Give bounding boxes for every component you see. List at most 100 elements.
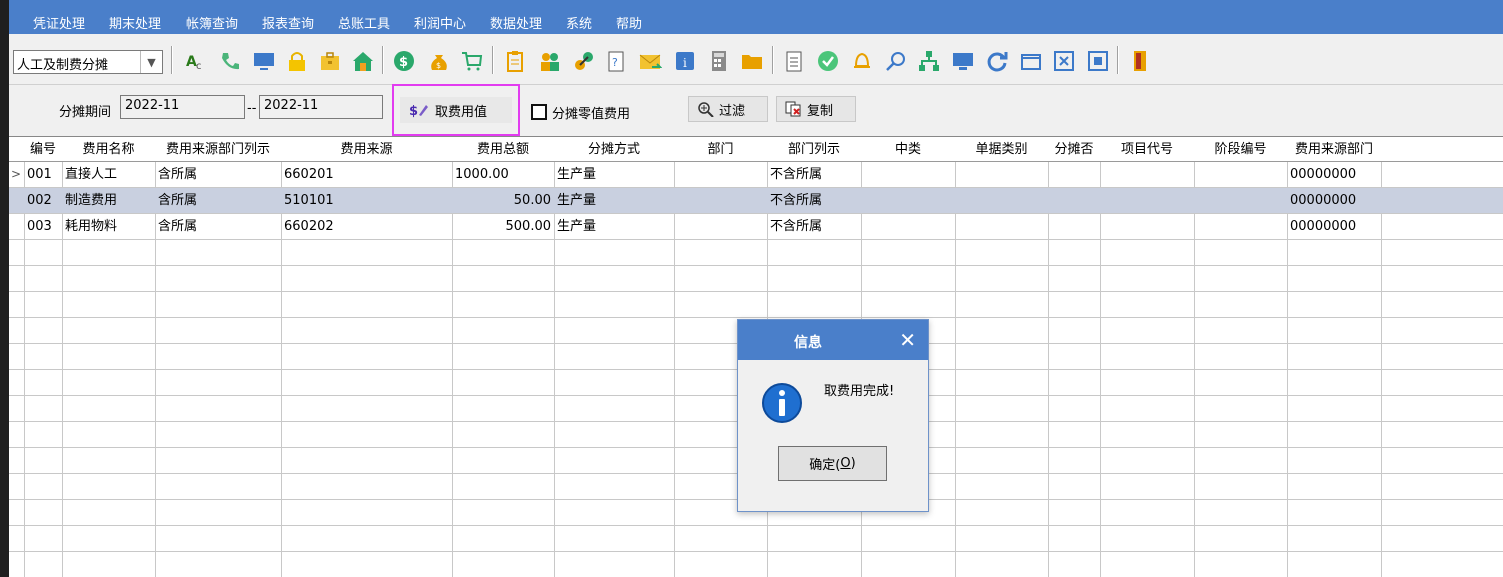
col-header[interactable]: 编号 (24, 137, 62, 162)
calculator-icon[interactable] (706, 48, 732, 74)
cell-dept-display[interactable]: 不含所属 (767, 162, 861, 187)
close-icon[interactable] (1051, 48, 1077, 74)
cell-code[interactable]: 002 (24, 188, 62, 213)
cell-source-dept-display[interactable]: 含所属 (155, 162, 281, 187)
search-icon[interactable] (883, 48, 909, 74)
cart-icon[interactable] (459, 48, 485, 74)
menu-period-end[interactable]: 期末处理 (109, 17, 161, 33)
col-header[interactable]: 费用来源 (281, 137, 452, 162)
module-select-value: 人工及制费分摊 (17, 58, 109, 73)
filter-button[interactable]: 过滤 (688, 96, 768, 122)
mail-icon[interactable] (637, 48, 663, 74)
fetch-cost-button[interactable]: $ 取费用值 (400, 97, 512, 123)
col-header[interactable]: 费用来源部门 (1287, 137, 1381, 162)
cell-allocation-method[interactable]: 生产量 (554, 162, 674, 187)
check-circle-icon[interactable] (815, 48, 841, 74)
dialog-message: 取费用完成! (824, 384, 895, 399)
chevron-down-icon[interactable]: ▼ (140, 51, 162, 73)
col-header[interactable]: 阶段编号 (1194, 137, 1287, 162)
zero-value-checkbox[interactable] (531, 104, 547, 120)
cell-dept-display[interactable]: 不含所属 (767, 188, 861, 213)
users-icon[interactable] (537, 48, 563, 74)
info-dialog: 信息 ✕ 取费用完成! 确定(O) (737, 319, 929, 512)
folder-icon[interactable] (739, 48, 765, 74)
col-header[interactable]: 中类 (861, 137, 955, 162)
cell-code[interactable]: 001 (24, 162, 62, 187)
col-header[interactable]: 单据类别 (955, 137, 1048, 162)
module-select[interactable]: 人工及制费分摊 ▼ (13, 50, 163, 74)
col-header[interactable]: 费用总额 (452, 137, 554, 162)
document-icon[interactable] (781, 48, 807, 74)
close-icon[interactable]: ✕ (899, 328, 916, 352)
table-row[interactable]: 003 耗用物料 含所属 660202 500.00 生产量 不含所属 0000… (9, 214, 1503, 240)
cell-cost-source[interactable]: 660202 (281, 214, 452, 239)
bell-icon[interactable] (849, 48, 875, 74)
col-header[interactable]: 部门 (674, 137, 767, 162)
display-icon[interactable] (950, 48, 976, 74)
period-to-input[interactable]: 2022-11 (259, 95, 383, 119)
ok-button[interactable]: 确定(O) (778, 446, 887, 481)
col-header[interactable]: 费用来源部门列示 (155, 137, 281, 162)
col-header[interactable]: 部门列示 (767, 137, 861, 162)
cell-cost-name[interactable]: 制造费用 (62, 188, 155, 213)
help-doc-icon[interactable]: ? (603, 48, 629, 74)
menu-profit-center[interactable]: 利润中心 (414, 17, 466, 33)
cell-cost-name[interactable]: 耗用物料 (62, 214, 155, 239)
info-icon[interactable]: i (672, 48, 698, 74)
phone-icon[interactable] (217, 48, 243, 74)
ok-label-close: ) (850, 456, 856, 471)
menu-help[interactable]: 帮助 (616, 17, 642, 33)
monitor-icon[interactable] (251, 48, 277, 74)
link-icon[interactable] (571, 48, 597, 74)
cell-source-dept[interactable]: 00000000 (1287, 214, 1381, 239)
cell-cost-name[interactable]: 直接人工 (62, 162, 155, 187)
clipboard-icon[interactable] (502, 48, 528, 74)
menu-system[interactable]: 系统 (566, 17, 592, 33)
dialog-titlebar: 信息 ✕ (738, 320, 928, 360)
svg-text:c: c (196, 61, 202, 72)
cell-code[interactable]: 003 (24, 214, 62, 239)
cell-source-dept-display[interactable]: 含所属 (155, 188, 281, 213)
filter-button-label: 过滤 (719, 103, 746, 119)
col-header[interactable]: 分摊方式 (554, 137, 674, 162)
menu-gl-tools[interactable]: 总账工具 (338, 17, 390, 33)
svg-text:?: ? (612, 56, 618, 69)
cell-allocation-method[interactable]: 生产量 (554, 188, 674, 213)
col-header[interactable]: 费用名称 (62, 137, 155, 162)
abc-icon[interactable]: Ac (184, 48, 210, 74)
period-from-input[interactable]: 2022-11 (120, 95, 245, 119)
briefcase-icon[interactable] (317, 48, 343, 74)
menu-report-query[interactable]: 报表查询 (262, 17, 314, 33)
menu-voucher[interactable]: 凭证处理 (33, 17, 85, 33)
exit-door-icon[interactable] (1127, 48, 1153, 74)
col-header[interactable]: 分摊否 (1048, 137, 1100, 162)
cell-allocation-method[interactable]: 生产量 (554, 214, 674, 239)
cell-source-dept-display[interactable]: 含所属 (155, 214, 281, 239)
ok-hotkey: O (840, 456, 851, 471)
cell-dept-display[interactable]: 不含所属 (767, 214, 861, 239)
dollar-icon[interactable]: $ (391, 48, 417, 74)
cell-cost-total[interactable]: 1000.00 (452, 162, 554, 187)
org-chart-icon[interactable] (916, 48, 942, 74)
refresh-icon[interactable] (984, 48, 1010, 74)
table-row[interactable]: > 001 直接人工 含所属 660201 1000.00 生产量 不含所属 0… (9, 162, 1503, 188)
restore-icon[interactable] (1085, 48, 1111, 74)
menu-data-processing[interactable]: 数据处理 (490, 17, 542, 33)
window-edge (0, 0, 9, 577)
cell-cost-total[interactable]: 50.00 (452, 188, 554, 213)
table-row[interactable]: 002 制造费用 含所属 510101 50.00 生产量 不含所属 00000… (9, 188, 1503, 214)
toolbar-separator (1117, 46, 1119, 74)
money-bag-icon[interactable]: $ (426, 48, 452, 74)
cell-cost-total[interactable]: 500.00 (452, 214, 554, 239)
cell-source-dept[interactable]: 00000000 (1287, 188, 1381, 213)
copy-button[interactable]: 复制 (776, 96, 856, 122)
window-icon[interactable] (1018, 48, 1044, 74)
lock-icon[interactable] (284, 48, 310, 74)
home-icon[interactable] (350, 48, 376, 74)
cell-cost-source[interactable]: 510101 (281, 188, 452, 213)
menu-ledger-query[interactable]: 帐簿查询 (186, 17, 238, 33)
current-row-marker: > (11, 167, 22, 181)
col-header[interactable]: 项目代号 (1100, 137, 1194, 162)
cell-cost-source[interactable]: 660201 (281, 162, 452, 187)
cell-source-dept[interactable]: 00000000 (1287, 162, 1381, 187)
